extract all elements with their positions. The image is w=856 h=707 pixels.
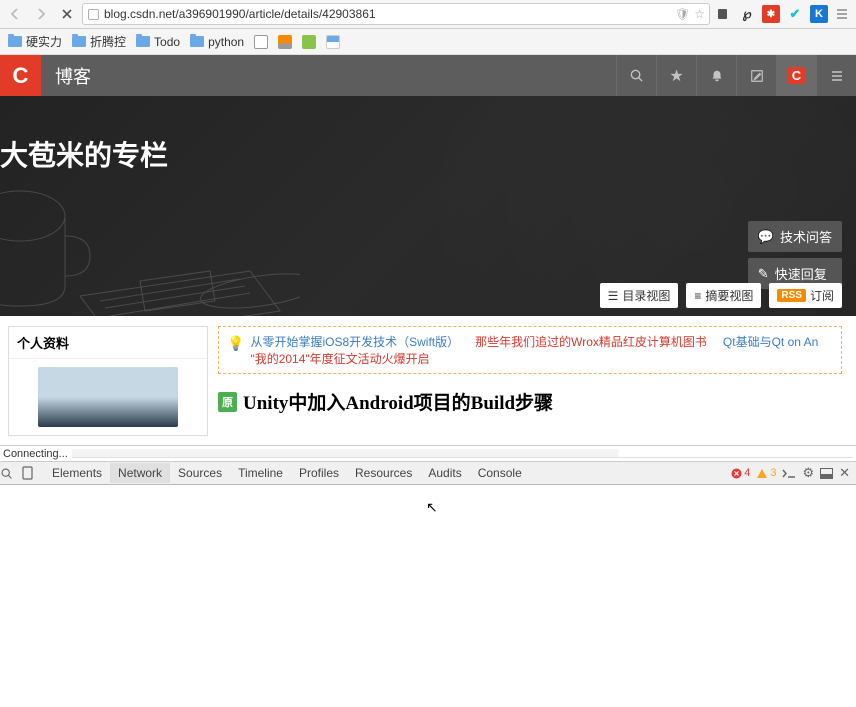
- tab-profiles[interactable]: Profiles: [291, 463, 347, 483]
- close-devtools-icon[interactable]: ✕: [839, 465, 850, 481]
- notice-link[interactable]: 那些年我们追过的Wrox精品红皮计算机图书: [475, 333, 707, 350]
- bookmark-icon[interactable]: [326, 35, 340, 49]
- tab-elements[interactable]: Elements: [44, 463, 110, 483]
- notice-link[interactable]: 从零开始掌握iOS8开发技术（Swift版）: [250, 333, 459, 350]
- bookmark-folder[interactable]: Todo: [136, 35, 180, 49]
- star-icon[interactable]: ☆: [694, 7, 705, 21]
- url-bar[interactable]: blog.csdn.net/a396901990/article/details…: [82, 3, 710, 25]
- devtools-body: [0, 485, 856, 707]
- browser-menu-button[interactable]: [832, 4, 852, 24]
- devtools-tabs: Elements Network Sources Timeline Profil…: [0, 462, 856, 485]
- ext-red-icon[interactable]: ✱: [762, 5, 780, 23]
- tab-resources[interactable]: Resources: [347, 463, 420, 483]
- app-icon: [326, 35, 340, 49]
- rss-button[interactable]: RSS订阅: [769, 283, 842, 308]
- bookmark-icon[interactable]: [278, 35, 292, 49]
- sidebar-title: 个人资料: [9, 327, 207, 359]
- pencil-icon: ✎: [758, 266, 769, 282]
- search-button[interactable]: [616, 55, 656, 96]
- bookmark-folder[interactable]: 折腾控: [72, 33, 126, 50]
- list-icon: ≡: [694, 289, 701, 303]
- notice-link[interactable]: "我的2014"年度征文活动火爆开启: [250, 350, 429, 367]
- app-icon: [302, 35, 316, 49]
- console-drawer-icon[interactable]: [782, 468, 796, 479]
- list-icon: ☰: [608, 289, 619, 303]
- back-button[interactable]: [4, 3, 26, 25]
- bookmark-folder[interactable]: 硬实力: [8, 33, 62, 50]
- toc-view-button[interactable]: ☰目录视图: [600, 283, 679, 308]
- app-icon: [254, 35, 268, 49]
- bookmark-folder[interactable]: python: [190, 35, 244, 49]
- tab-audits[interactable]: Audits: [420, 463, 469, 483]
- menu-button[interactable]: [816, 55, 856, 96]
- browser-toolbar: blog.csdn.net/a396901990/article/details…: [0, 0, 856, 29]
- tab-sources[interactable]: Sources: [170, 463, 230, 483]
- original-badge: 原: [218, 392, 237, 412]
- article-header: 原 Unity中加入Android项目的Build步骤: [218, 388, 842, 415]
- blog-title: 大苞米的专栏: [0, 134, 168, 174]
- sidebar: 个人资料: [8, 326, 208, 436]
- ext-k-icon[interactable]: K: [810, 5, 828, 23]
- logo[interactable]: C: [0, 55, 41, 96]
- chat-icon: 💬: [758, 229, 774, 245]
- shield-icon[interactable]: 🛡: [675, 7, 690, 21]
- tab-timeline[interactable]: Timeline: [230, 463, 291, 483]
- rss-badge: RSS: [777, 289, 806, 302]
- edit-button[interactable]: [736, 55, 776, 96]
- bulb-icon: 💡: [227, 335, 244, 352]
- notice-link[interactable]: Qt基础与Qt on An: [723, 333, 818, 350]
- avatar[interactable]: [38, 367, 178, 427]
- folder-icon: [8, 36, 22, 47]
- site-header: C 博客 ★ C: [0, 55, 856, 96]
- app-icon: [278, 35, 292, 49]
- hero-banner: 大苞米的专栏 💬技术问答 ✎快速回复 ☰目录视图 ≡摘要视图 RSS订阅: [0, 96, 856, 316]
- dock-icon[interactable]: [820, 468, 833, 479]
- favorite-button[interactable]: ★: [656, 55, 696, 96]
- bookmarks-bar: 硬实力 折腾控 Todo python: [0, 29, 856, 55]
- notice-box: 💡 从零开始掌握iOS8开发技术（Swift版） 那些年我们追过的Wrox精品红…: [218, 326, 842, 374]
- device-icon[interactable]: [22, 466, 44, 480]
- folder-icon: [190, 36, 204, 47]
- main-column: 💡 从零开始掌握iOS8开发技术（Swift版） 那些年我们追过的Wrox精品红…: [218, 326, 842, 436]
- settings-icon[interactable]: ⚙: [802, 465, 814, 481]
- folder-icon: [136, 36, 150, 47]
- summary-view-button[interactable]: ≡摘要视图: [686, 283, 761, 308]
- notification-button[interactable]: [696, 55, 736, 96]
- qa-button[interactable]: 💬技术问答: [748, 221, 842, 252]
- bookmark-icon[interactable]: [254, 35, 268, 49]
- error-count[interactable]: 4: [731, 467, 750, 479]
- site-title[interactable]: 博客: [41, 63, 91, 89]
- forward-button[interactable]: [30, 3, 52, 25]
- extension-icons: ℘ ✱ ✔ K: [714, 5, 828, 23]
- hero-sketch-art: [0, 156, 300, 316]
- ext-evernote-icon[interactable]: [714, 5, 732, 23]
- url-text: blog.csdn.net/a396901990/article/details…: [104, 7, 376, 21]
- page-content: C 博客 ★ C: [0, 55, 856, 445]
- tab-network[interactable]: Network: [110, 463, 170, 483]
- folder-icon: [72, 36, 86, 47]
- article-title[interactable]: Unity中加入Android项目的Build步骤: [243, 388, 553, 415]
- inspect-icon[interactable]: [0, 467, 22, 480]
- status-bar: Connecting...: [0, 445, 856, 462]
- warning-count[interactable]: 3: [756, 467, 776, 479]
- csdn-button[interactable]: C: [776, 55, 816, 96]
- ext-check-icon[interactable]: ✔: [786, 5, 804, 23]
- tab-console[interactable]: Console: [470, 463, 530, 483]
- ext-key-icon[interactable]: ℘: [738, 5, 756, 23]
- stop-button[interactable]: [56, 3, 78, 25]
- bookmark-icon[interactable]: [302, 35, 316, 49]
